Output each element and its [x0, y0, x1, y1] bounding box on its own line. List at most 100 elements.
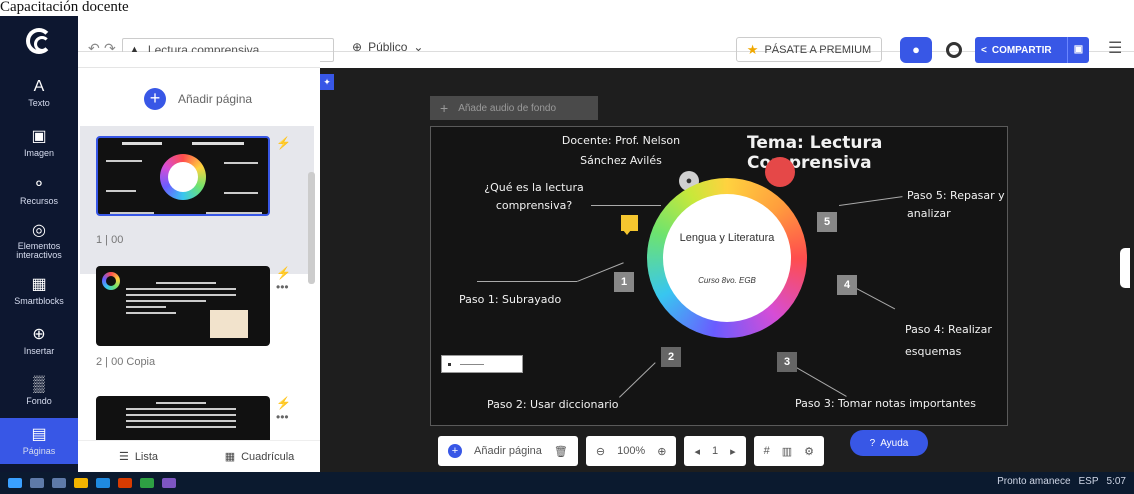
start-icon[interactable] [8, 478, 22, 488]
page-thumb-2[interactable]: ⚡ ••• 2 | 00 Copia [80, 256, 314, 404]
smartblocks-icon: ▦ [31, 276, 47, 293]
help-button[interactable]: ? Ayuda [850, 430, 928, 456]
language-indicator: ESP [1078, 476, 1099, 487]
zoom-in-icon[interactable]: ⊕ [657, 445, 666, 458]
page-thumb-1-label: 1 | 00 [96, 234, 124, 246]
step-3-badge: 3 [777, 352, 797, 372]
slide[interactable]: Docente: Prof. Nelson Sánchez Avilés Tem… [430, 126, 1008, 426]
edge-icon[interactable] [96, 478, 110, 488]
page-1-animation-icon[interactable]: ⚡ [276, 136, 291, 150]
chrome-icon[interactable] [140, 478, 154, 488]
resources-icon: ⚬ [32, 176, 46, 193]
office-icon[interactable] [118, 478, 132, 488]
next-page-icon[interactable]: ▸ [730, 445, 736, 458]
windows-taskbar: Pronto amanece ESP 5:07 [0, 472, 1134, 494]
premium-button[interactable]: ★ PÁSATE A PREMIUM [736, 37, 882, 62]
page-thumb-1[interactable]: ⚡ 1 | 00 [80, 126, 314, 274]
explorer-icon[interactable] [74, 478, 88, 488]
settings-icon[interactable]: ⚙ [804, 445, 814, 458]
pages-panel: + Añadir página ⚡ 1 | 00 ⚡ ••• 2 | 00 Cop… [78, 52, 320, 472]
page-2-tools-icon[interactable]: ⚡ ••• [276, 266, 291, 294]
page-thumb-3[interactable]: ⚡ ••• [80, 386, 314, 440]
add-page-label: Añadir página [178, 92, 253, 106]
add-page-button[interactable]: + Añadir página [144, 88, 252, 110]
prev-page-icon[interactable]: ◂ [694, 445, 700, 458]
step-4-badge: 4 [837, 275, 857, 295]
system-tray: Pronto amanece ESP 5:07 [997, 476, 1126, 487]
user-avatar-button[interactable]: ● [900, 37, 932, 63]
share-button[interactable]: < COMPARTIR ▣ [975, 37, 1089, 63]
page-3-tools-icon[interactable]: ⚡ ••• [276, 396, 291, 424]
document-caption: Capacitación docente [0, 0, 129, 15]
search-icon[interactable] [30, 478, 44, 488]
grid-view-button[interactable]: ▦ Cuadrícula [199, 441, 320, 472]
help-icon: ? [869, 437, 876, 449]
sidebar-item-text[interactable]: A Texto [0, 78, 78, 108]
step-2-badge: 2 [661, 347, 681, 367]
red-circle [765, 157, 795, 187]
sidebar-item-image[interactable]: ▣ Imagen [0, 128, 78, 158]
plus-icon: + [144, 88, 166, 110]
present-icon[interactable]: ▣ [1067, 37, 1089, 63]
pin-icon[interactable]: ✦ [320, 74, 334, 90]
image-icon: ▣ [31, 128, 47, 145]
globe-icon: ⊕ [352, 40, 363, 54]
sidebar-item-interactive[interactable]: ◎ Elementos interactivos [0, 222, 78, 260]
background-icon: ▒ [33, 376, 45, 393]
page-thumb-1-preview [96, 136, 270, 216]
trash-icon[interactable]: 🗑 [554, 445, 568, 458]
bottom-add-page-button[interactable]: Añadir página [474, 445, 542, 457]
preview-icon[interactable] [946, 42, 962, 58]
teacher-name: Docente: Prof. Nelson Sánchez Avilés [561, 134, 681, 167]
star-icon: ★ [746, 41, 759, 57]
insert-icon: ⊕ [32, 326, 46, 343]
page-thumb-3-preview [96, 396, 270, 440]
canvas-bottom-bar: + Añadir página 🗑 ⊖ 100% ⊕ ◂ 1 ▸ # ▥ ⚙ [438, 436, 825, 466]
list-icon: ☰ [118, 451, 129, 463]
pages-panel-header [78, 52, 320, 68]
sidebar-item-background[interactable]: ▒ Fondo [0, 376, 78, 406]
menu-icon[interactable]: ☰ [1108, 38, 1122, 58]
zoom-out-icon[interactable]: ⊖ [596, 445, 605, 458]
app-logo [0, 16, 78, 68]
sidebar-item-smartblocks[interactable]: ▦ Smartblocks [0, 276, 78, 306]
visibility-dropdown[interactable]: ⊕ Público ⌄ [352, 40, 423, 54]
help-label: Ayuda [880, 437, 909, 449]
speech-bubble-icon [621, 215, 638, 235]
sidebar-item-insert[interactable]: ⊕ Insertar [0, 326, 78, 356]
step-3-text: Paso 3: Tomar notas importantes [795, 397, 976, 410]
center-circle: Lengua y Literatura Curso 8vo. EGB [663, 194, 791, 322]
view-tools-group: # ▥ ⚙ [753, 436, 825, 466]
layout-icon[interactable]: ▥ [782, 445, 792, 458]
top-toolbar: ↶ ↷ ▲ Lectura comprensiva ⊕ Público ⌄ ★ … [0, 16, 1134, 63]
premium-label: PÁSATE A PREMIUM [764, 43, 872, 56]
clock: 5:07 [1106, 476, 1126, 487]
pages-scrollbar[interactable] [308, 172, 315, 284]
mini-player[interactable] [441, 355, 523, 373]
sidebar-item-resources[interactable]: ⚬ Recursos [0, 176, 78, 206]
chevron-down-icon: ⌄ [413, 40, 424, 54]
step-5-badge: 5 [817, 212, 837, 232]
taskview-icon[interactable] [52, 478, 66, 488]
sidebar-item-pages[interactable]: ▤ Páginas [0, 418, 78, 464]
zoom-level: 100% [617, 445, 646, 457]
weather-text: Pronto amanece [997, 476, 1071, 487]
canvas-side-handle[interactable] [1120, 248, 1130, 288]
app-icon[interactable] [162, 478, 176, 488]
background-audio-button[interactable]: + Añade audio de fondo [430, 96, 598, 120]
grid-icon: ▦ [224, 451, 236, 463]
question-text: ¿Qué es la lectura comprensiva? [484, 181, 584, 212]
page-number: 1 [711, 445, 719, 457]
pages-view-toggle: ☰ Lista ▦ Cuadrícula [78, 440, 320, 472]
share-icon: < [981, 44, 987, 56]
plus-icon: + [448, 444, 462, 458]
grid-guides-icon[interactable]: # [764, 445, 770, 457]
left-sidebar: A Texto ▣ Imagen ⚬ Recursos ◎ Elementos inte… [0, 68, 78, 472]
step-5-text: Paso 5: Repasar y analizar [907, 189, 1005, 220]
center-title: Lengua y Literatura [679, 232, 775, 244]
list-view-button[interactable]: ☰ Lista [78, 441, 199, 472]
share-label: COMPARTIR [991, 44, 1052, 56]
pages-icon: ▤ [31, 426, 47, 443]
visibility-label: Público [368, 40, 408, 54]
page-nav-group: ◂ 1 ▸ [684, 436, 746, 466]
